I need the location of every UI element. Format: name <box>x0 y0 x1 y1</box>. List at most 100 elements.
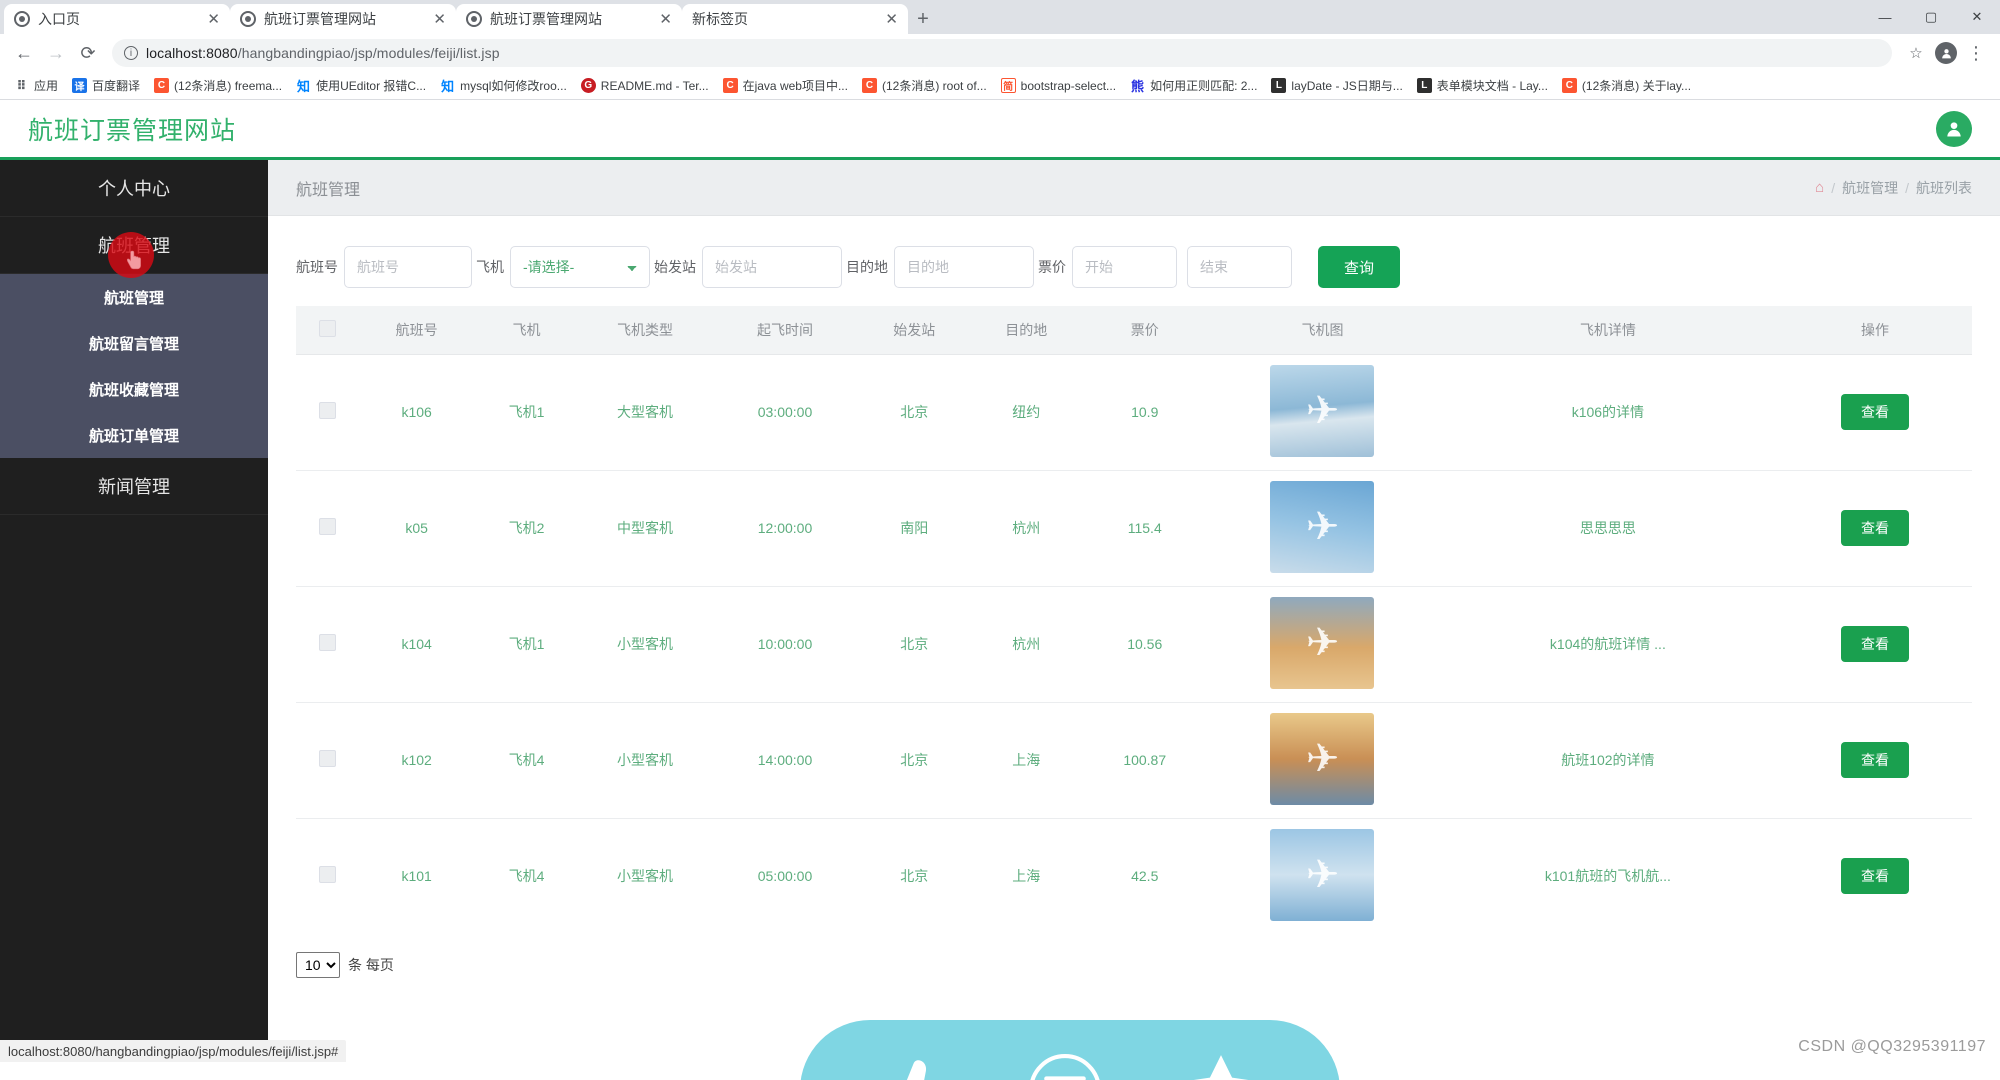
search-submit-button[interactable]: 查询 <box>1318 246 1401 288</box>
search-input-destination[interactable] <box>894 246 1034 288</box>
sidebar-subitem-label: 航班管理 <box>103 289 164 307</box>
browser-tab-3[interactable]: 新标签页 ✕ <box>682 4 908 34</box>
main-content: 航班管理 ⌂ / 航班管理 / 航班列表 航班号 航班号 飞机 -请选择- 始发… <box>268 160 2000 1059</box>
airplane-photo[interactable]: ✈ <box>1270 480 1375 573</box>
bookmark-star-icon[interactable]: ☆ <box>1902 39 1930 67</box>
profile-avatar[interactable] <box>1932 39 1960 67</box>
sidebar-subitem-flight-favorite[interactable]: 航班收藏管理 <box>0 366 268 412</box>
view-button[interactable]: 查看 <box>1841 858 1910 895</box>
home-icon[interactable]: ⌂ <box>1815 179 1824 196</box>
row-checkbox[interactable] <box>318 866 336 884</box>
sidebar-subitem-label: 航班收藏管理 <box>88 381 179 399</box>
cell-price: 10.56 <box>1082 586 1208 703</box>
tab-title: 航班订票管理网站 <box>264 11 376 27</box>
view-button[interactable]: 查看 <box>1841 626 1910 662</box>
back-icon[interactable]: ← <box>10 39 38 67</box>
tab-close-icon[interactable]: ✕ <box>433 12 446 27</box>
cell-action: 查看 <box>1778 818 1972 934</box>
sidebar-item-news-management[interactable]: 新闻管理 <box>0 458 268 515</box>
cell-action: 查看 <box>1778 702 1972 819</box>
airplane-photo[interactable]: ✈ <box>1270 364 1375 457</box>
flight-table: 航班号 飞机 飞机类型 起飞时间 始发站 目的地 票价 飞机图 飞机详情 操作 <box>296 306 1972 934</box>
cell-destination: 上海 <box>1012 868 1041 885</box>
baidu-icon: 熊 <box>1131 79 1145 94</box>
site-info-icon[interactable]: i <box>124 46 138 60</box>
table-row[interactable]: k102 飞机4 小型客机 14:00:00 北京 上海 100.87 ✈ 航班… <box>296 702 1972 819</box>
cell-destination: 纽约 <box>970 354 1083 471</box>
cell-destination: 上海 <box>970 702 1083 819</box>
table-head: 航班号 飞机 飞机类型 起飞时间 始发站 目的地 票价 飞机图 飞机详情 操作 <box>296 306 1972 355</box>
bookmark-label: 在java web项目中... <box>742 79 848 93</box>
airplane-icon: ✈ <box>1305 388 1340 433</box>
sidebar-item-personal-center[interactable]: 个人中心 <box>0 160 268 217</box>
airplane-icon: ✈ <box>1305 736 1340 781</box>
omnibox-actions: ☆ ⋮ <box>1902 39 1990 67</box>
cell-origin: 南阳 <box>858 470 971 587</box>
table-row[interactable]: k101 飞机4 小型客机 05:00:00 北京 上海 42.5 ✈ k101… <box>296 818 1972 934</box>
address-bar[interactable]: i localhost:8080/hangbandingpiao/jsp/mod… <box>112 39 1892 67</box>
bookmark-item[interactable]: C (12条消息) 关于lay... <box>1556 75 1697 96</box>
search-input-origin[interactable] <box>702 246 842 288</box>
search-input-price-start[interactable] <box>1072 246 1177 288</box>
close-window-icon[interactable]: ✕ <box>1954 0 2000 34</box>
bookmark-item[interactable]: C (12条消息) freema... <box>148 75 288 96</box>
bookmark-item[interactable]: C (12条消息) root of... <box>856 75 993 96</box>
view-button[interactable]: 查看 <box>1841 394 1910 430</box>
reload-icon[interactable]: ⟳ <box>74 39 102 67</box>
browser-tab-2[interactable]: 航班订票管理网站 ✕ <box>456 4 682 34</box>
row-checkbox[interactable] <box>318 402 336 419</box>
bookmark-item[interactable]: 知 mysql如何修改roo... <box>434 75 573 96</box>
forward-icon[interactable]: → <box>42 39 70 67</box>
maximize-icon[interactable]: ▢ <box>1908 0 1954 34</box>
user-avatar-icon[interactable] <box>1936 110 1972 147</box>
browser-tab-0[interactable]: 入口页 ✕ <box>4 4 230 34</box>
tab-favicon <box>466 11 482 27</box>
cell-origin: 北京 <box>858 354 971 471</box>
bookmark-item[interactable]: 知使用UEditor 报错C... <box>290 75 432 96</box>
sidebar-subitem-flight-order[interactable]: 航班订单管理 <box>0 412 268 458</box>
row-checkbox[interactable] <box>318 634 336 651</box>
cell-plane-detail: 航班102的详情 <box>1437 702 1779 819</box>
bookmark-item[interactable]: L 表单模块文档 - Lay... <box>1411 75 1554 96</box>
search-select-plane[interactable]: -请选择- <box>510 246 650 288</box>
cell-plane-type: 大型客机 <box>578 354 712 471</box>
airplane-photo[interactable]: ✈ <box>1270 596 1375 689</box>
bookmark-label: layDate - JS日期与... <box>1291 79 1403 93</box>
label-flight-no: 航班号 <box>296 259 338 275</box>
bookmark-item[interactable]: 熊如何用正则匹配: 2... <box>1124 75 1263 96</box>
tab-close-icon[interactable]: ✕ <box>659 12 672 27</box>
bookmark-item[interactable]: 译百度翻译 <box>66 75 146 96</box>
new-tab-button[interactable]: + <box>908 4 938 34</box>
baidu-translate-icon: 译 <box>72 78 88 93</box>
col-plane-type: 飞机类型 <box>578 306 712 355</box>
table-row[interactable]: k104 飞机1 小型客机 10:00:00 北京 杭州 10.56 ✈ k10… <box>296 586 1972 703</box>
view-button[interactable]: 查看 <box>1841 510 1910 546</box>
browser-tab-1[interactable]: 航班订票管理网站 ✕ <box>230 4 456 34</box>
bookmark-item[interactable]: ⠿ 应用 <box>8 75 64 96</box>
breadcrumb-separator: / <box>1831 179 1836 196</box>
airplane-icon: ✈ <box>1305 504 1340 549</box>
airplane-photo[interactable]: ✈ <box>1270 712 1375 805</box>
row-checkbox[interactable] <box>318 750 336 767</box>
browser-menu-icon[interactable]: ⋮ <box>1962 39 1990 67</box>
table-row[interactable]: k106 飞机1 大型客机 03:00:00 北京 纽约 10.9 ✈ k106… <box>296 354 1972 471</box>
sidebar-subitem-flight-message[interactable]: 航班留言管理 <box>0 320 268 366</box>
bookmark-item[interactable]: 简 bootstrap-select... <box>995 76 1122 95</box>
minimize-icon[interactable]: — <box>1862 0 1908 34</box>
tab-close-icon[interactable]: ✕ <box>207 12 220 27</box>
airplane-photo[interactable]: ✈ <box>1270 828 1375 921</box>
row-checkbox[interactable] <box>318 518 336 535</box>
select-all-checkbox[interactable] <box>318 319 336 337</box>
search-input-price-end[interactable] <box>1187 246 1292 288</box>
sidebar-item-flight-management[interactable]: 航班管理 <box>0 217 268 278</box>
search-input-flight-no[interactable] <box>344 246 472 288</box>
bookmark-item[interactable]: G README.md - Ter... <box>575 76 715 95</box>
bookmark-item[interactable]: C 在java web项目中... <box>717 75 854 96</box>
tab-close-icon[interactable]: ✕ <box>885 12 898 27</box>
page-size-select[interactable]: 10 <box>296 952 340 978</box>
breadcrumb-item-flight-management[interactable]: 航班管理 <box>1842 178 1898 198</box>
table-row[interactable]: k05 飞机2 中型客机 12:00:00 南阳 杭州 115.4 ✈ 思思思思… <box>296 470 1972 587</box>
sidebar-subitem-flight-management[interactable]: 航班管理 <box>0 274 268 320</box>
bookmark-item[interactable]: LlayDate - JS日期与... <box>1265 75 1408 96</box>
view-button[interactable]: 查看 <box>1841 742 1910 778</box>
